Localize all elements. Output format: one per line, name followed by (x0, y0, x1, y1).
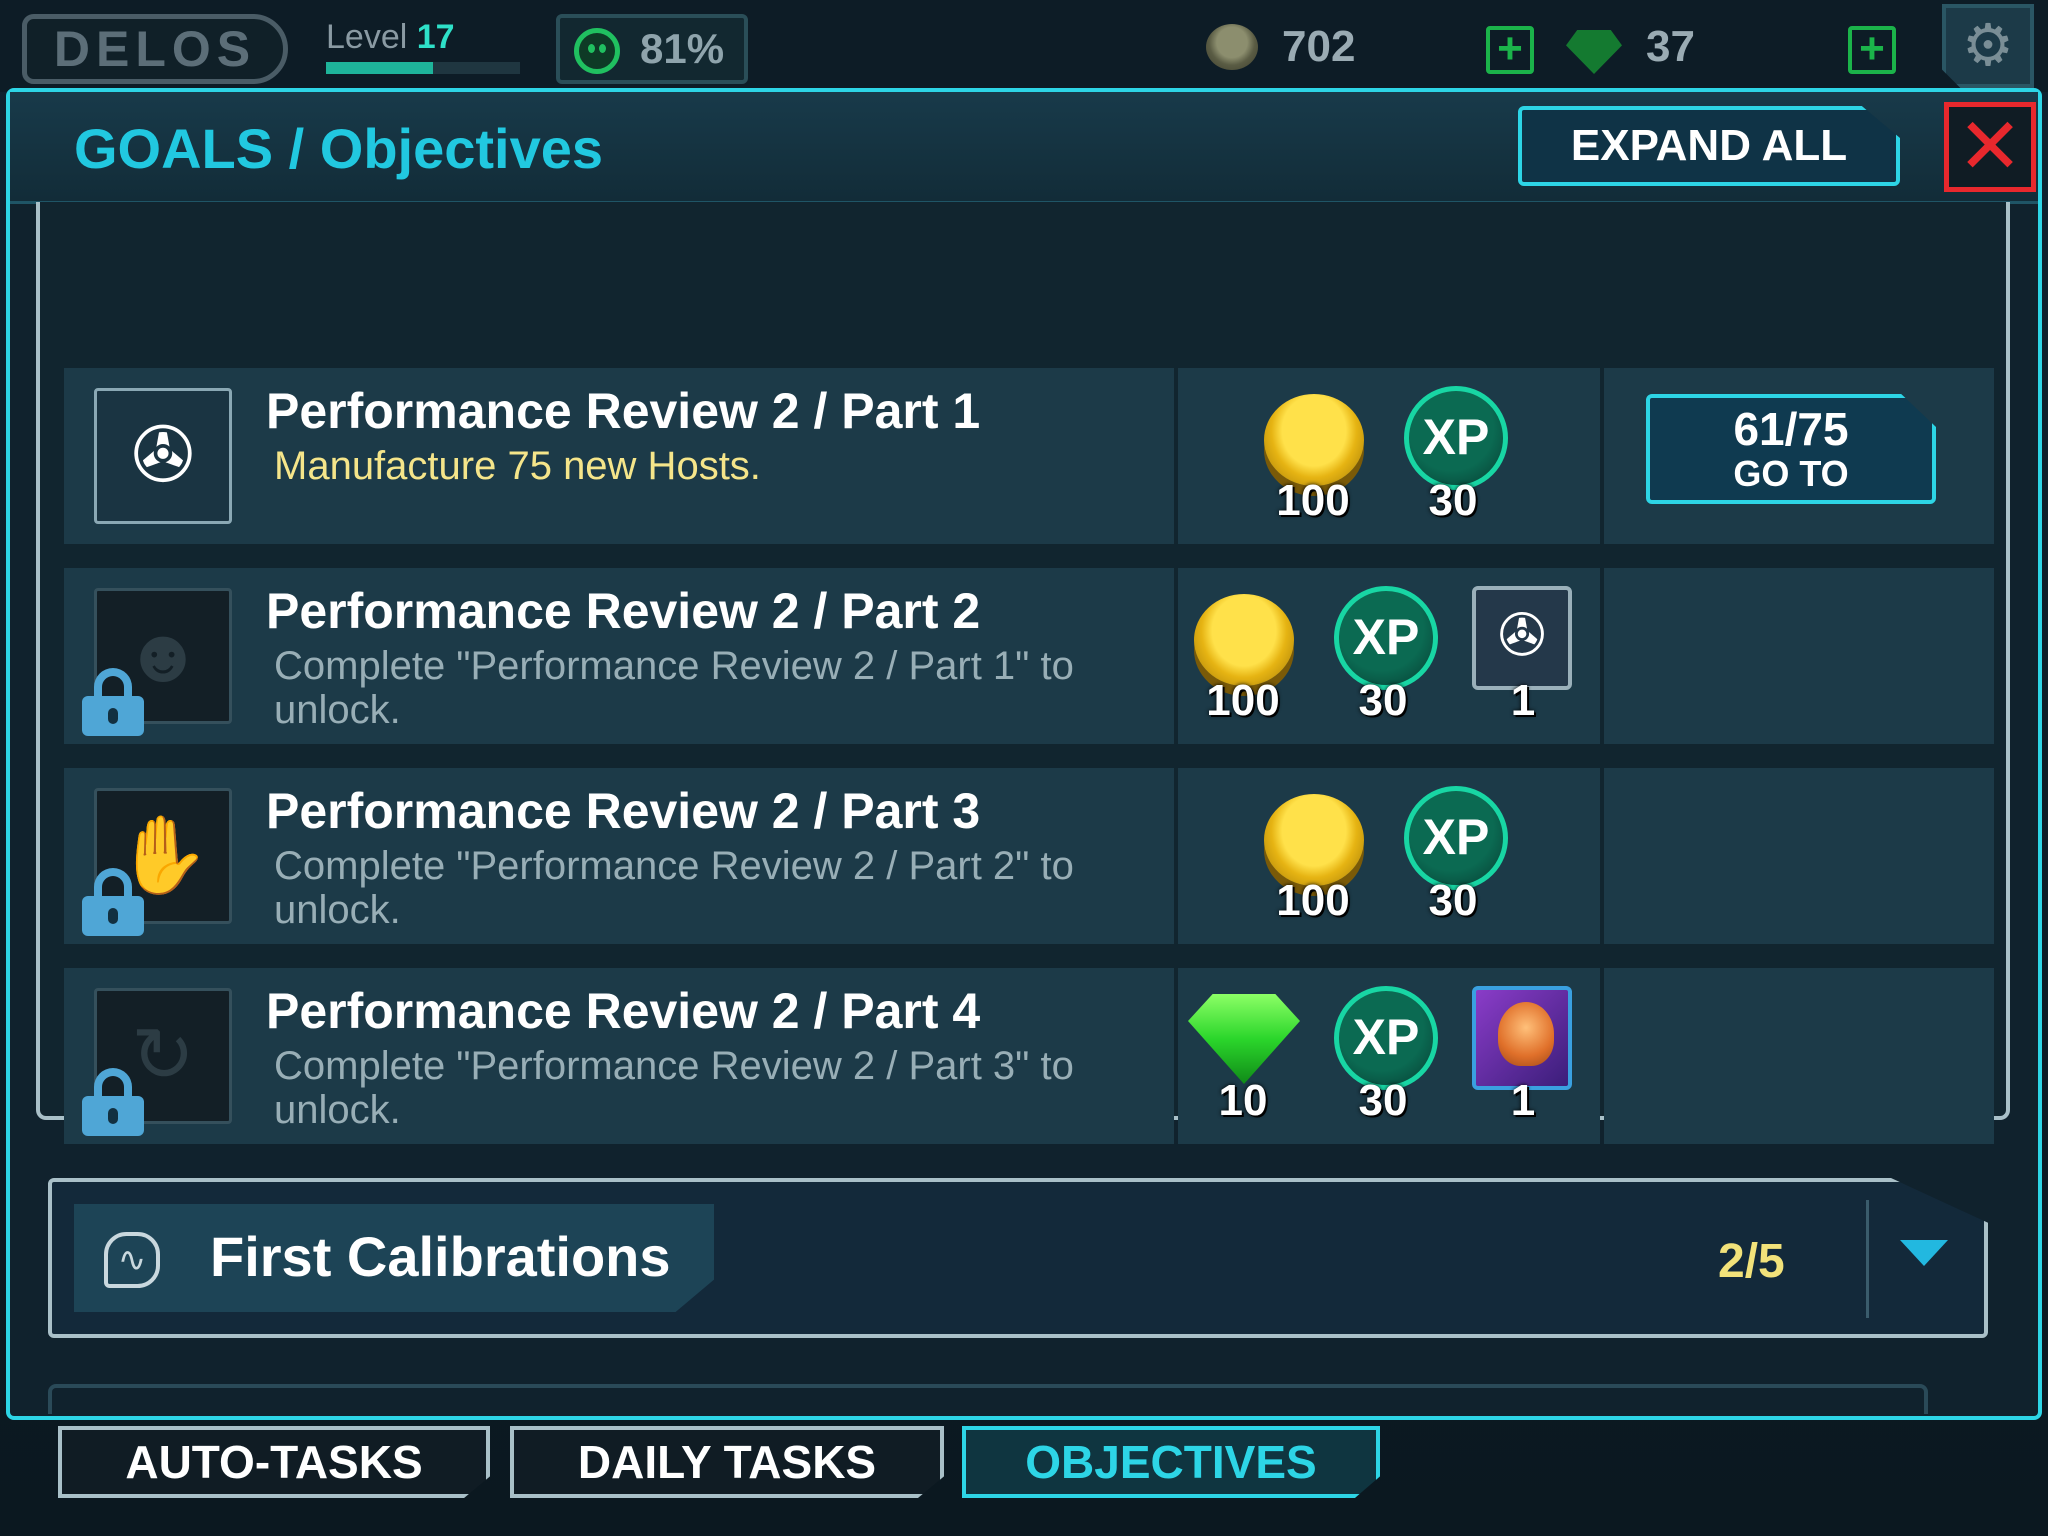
coin-reward: 100 (1188, 586, 1298, 726)
buy-coins-plus-icon[interactable]: + (1486, 26, 1534, 74)
level-progress-bar (326, 62, 520, 74)
happy-face-icon (574, 28, 620, 74)
objective-action-empty (1604, 768, 1994, 944)
xp-reward: XP 30 (1328, 986, 1438, 1126)
xp-icon: XP (1334, 586, 1438, 690)
lock-icon (82, 668, 144, 736)
level-label: Level 17 (326, 18, 455, 57)
objectives-group: ✇ Performance Review 2 / Part 1 Manufact… (36, 202, 2010, 1144)
xp-reward: XP 30 (1328, 586, 1438, 726)
buy-gems-plus-icon[interactable]: + (1848, 26, 1896, 74)
objective-description: Complete "Performance Review 2 / Part 1"… (274, 644, 1074, 732)
objective-row-3[interactable]: ✋ Performance Review 2 / Part 3 Complete… (64, 768, 2008, 944)
objective-title: Performance Review 2 / Part 2 (266, 583, 981, 639)
objective-rewards: 100 XP 30 (1178, 368, 1600, 544)
level-progress-fill (326, 62, 433, 74)
gear-icon[interactable]: ⚙ (1942, 4, 2034, 88)
objective-action-empty (1604, 968, 1994, 1144)
gem-icon (1566, 30, 1622, 74)
happiness-value: 81% (640, 25, 725, 72)
xp-icon: XP (1334, 986, 1438, 1090)
reward-amount: 100 (1276, 876, 1350, 925)
objective-description: Manufacture 75 new Hosts. (274, 444, 761, 488)
expand-all-button[interactable]: EXPAND ALL (1518, 106, 1900, 186)
objective-info: ✇ Performance Review 2 / Part 1 Manufact… (64, 368, 1174, 544)
reward-amount: 30 (1428, 876, 1478, 925)
objective-description: Complete "Performance Review 2 / Part 2"… (274, 844, 1074, 932)
gem-reward: 10 (1188, 986, 1300, 1126)
section-title: First Calibrations (210, 1225, 671, 1288)
reward-amount: 100 (1206, 676, 1280, 725)
objective-info: ☻ Performance Review 2 / Part 2 Complete… (64, 568, 1174, 744)
tab-daily-tasks[interactable]: DAILY TASKS (510, 1426, 944, 1498)
xp-reward: XP 30 (1398, 386, 1508, 526)
happiness-meter[interactable]: 81% (556, 14, 748, 84)
host-card-reward: ✇ 1 (1468, 586, 1578, 726)
panel-header: GOALS / Objectives EXPAND ALL ✕ (10, 92, 2038, 204)
objective-progress: 61/75 (1733, 403, 1849, 455)
objective-title: Performance Review 2 / Part 1 (266, 383, 981, 439)
gem-count: 37 (1646, 22, 1695, 71)
coin-icon (1206, 24, 1258, 70)
objective-rewards: 100 XP 30 (1178, 768, 1600, 944)
host-add-icon: ✇ (94, 388, 232, 524)
coin-reward: 100 (1258, 386, 1368, 526)
chevron-down-icon[interactable] (1900, 1240, 1948, 1266)
close-icon[interactable]: ✕ (1944, 102, 2036, 192)
reward-amount: 100 (1276, 476, 1350, 525)
tab-auto-tasks[interactable]: AUTO-TASKS (58, 1426, 490, 1498)
go-to-label: GO TO (1733, 453, 1849, 494)
reward-amount: 1 (1510, 676, 1536, 725)
skull-card-icon (1472, 986, 1572, 1090)
tab-objectives[interactable]: OBJECTIVES (962, 1426, 1380, 1498)
panel-title: GOALS / Objectives (74, 117, 604, 180)
objective-rewards: 10 XP 30 1 (1178, 968, 1600, 1144)
reward-amount: 30 (1358, 676, 1408, 725)
section-progress: 2/5 (1718, 1235, 1785, 1288)
next-section-peek (48, 1384, 1928, 1414)
xp-reward: XP 30 (1398, 786, 1508, 926)
coin-reward: 100 (1258, 786, 1368, 926)
reward-amount: 1 (1510, 1076, 1536, 1125)
objective-info: ↻ Performance Review 2 / Part 4 Complete… (64, 968, 1174, 1144)
go-to-button[interactable]: 61/75 GO TO (1646, 394, 1936, 504)
first-calibrations-section[interactable]: ∿ First Calibrations 2/5 (48, 1178, 1988, 1338)
objective-title: Performance Review 2 / Part 3 (266, 783, 981, 839)
coin-icon (1264, 794, 1364, 886)
reward-amount: 10 (1218, 1076, 1268, 1125)
xp-icon: XP (1404, 386, 1508, 490)
divider (1866, 1200, 1869, 1318)
reward-amount: 30 (1358, 1076, 1408, 1125)
gem-icon (1188, 994, 1300, 1084)
coin-icon (1194, 594, 1294, 686)
objective-row-2[interactable]: ☻ Performance Review 2 / Part 2 Complete… (64, 568, 2008, 744)
objective-info: ✋ Performance Review 2 / Part 3 Complete… (64, 768, 1174, 944)
coin-count: 702 (1282, 22, 1356, 71)
heartbeat-head-icon: ∿ (104, 1232, 160, 1288)
host-card-icon: ✇ (1472, 586, 1572, 690)
objective-description: Complete "Performance Review 2 / Part 3"… (274, 1044, 1074, 1132)
objective-row-1[interactable]: ✇ Performance Review 2 / Part 1 Manufact… (64, 368, 2008, 544)
lock-icon (82, 868, 144, 936)
screen: DELOS Level 17 81% 702 + 37 + ⚙ GOALS / … (0, 0, 2048, 1536)
lock-icon (82, 1068, 144, 1136)
purple-card-reward: 1 (1468, 986, 1578, 1126)
delos-logo[interactable]: DELOS (22, 14, 288, 84)
top-bar: DELOS Level 17 81% 702 + 37 + ⚙ (0, 0, 2048, 92)
reward-amount: 30 (1428, 476, 1478, 525)
objective-row-4[interactable]: ↻ Performance Review 2 / Part 4 Complete… (64, 968, 2008, 1144)
objective-rewards: 100 XP 30 ✇ 1 (1178, 568, 1600, 744)
objective-title: Performance Review 2 / Part 4 (266, 983, 981, 1039)
level-value: 17 (416, 18, 455, 56)
objective-action-empty (1604, 568, 1994, 744)
xp-icon: XP (1404, 786, 1508, 890)
objective-action: 61/75 GO TO (1604, 368, 1994, 544)
coin-icon (1264, 394, 1364, 486)
level-text: Level (326, 18, 408, 56)
